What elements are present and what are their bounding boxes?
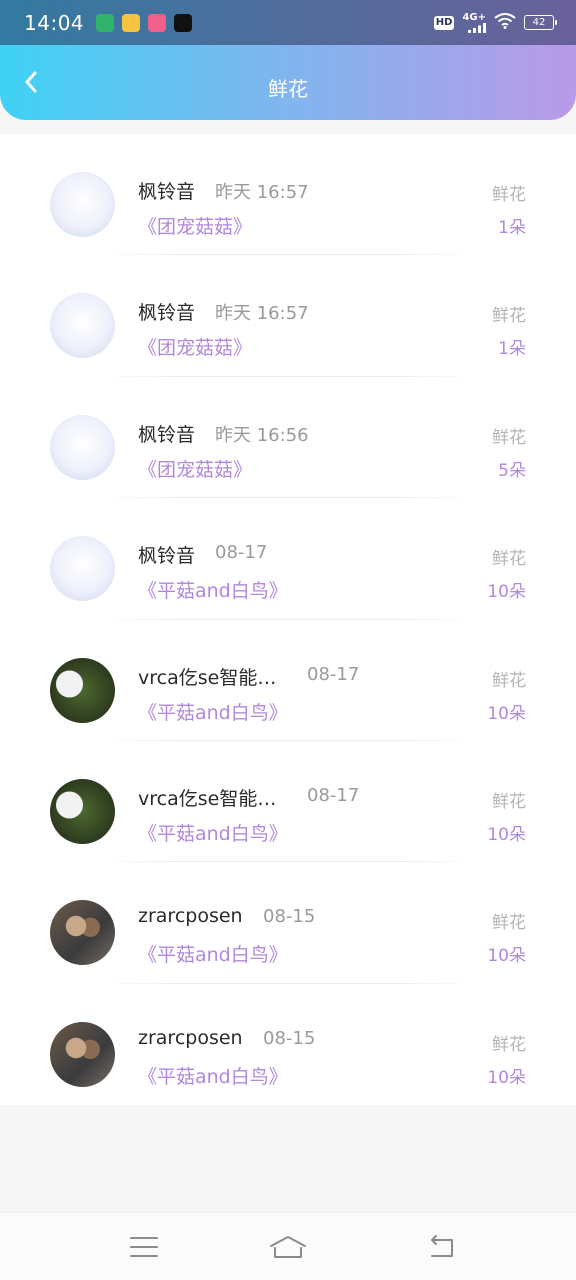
list-item[interactable]: zrarcposen 08-15 《平菇and白鸟》 鲜花 10朵: [0, 862, 576, 984]
menu-icon: [130, 1237, 158, 1257]
gift-count: 10朵: [487, 582, 526, 603]
gift-count: 5朵: [498, 460, 526, 481]
gift-work-title[interactable]: 《团宠菇菇》: [138, 455, 252, 482]
record-time: 08-15: [263, 1027, 316, 1049]
gift-count: 1朵: [498, 218, 526, 238]
gift-type: 鲜花: [492, 1034, 526, 1055]
return-icon: [431, 1235, 453, 1257]
back-nav-button[interactable]: [420, 1231, 460, 1263]
avatar[interactable]: [50, 657, 115, 723]
wifi-icon: [494, 12, 516, 33]
gift-count: 10朵: [487, 1067, 526, 1088]
user-name: 枫铃音: [138, 423, 196, 446]
gift-work-title[interactable]: 《平菇and白鸟》: [138, 1062, 288, 1089]
nav-bar: 鲜花: [0, 45, 576, 120]
list-item[interactable]: 枫铃音 昨天 16:57 《团宠菇菇》 鲜花 1朵: [0, 134, 576, 256]
gift-work-title[interactable]: 《团宠菇菇》: [138, 333, 252, 360]
list-item[interactable]: zrarcposen 08-15 《平菇and白鸟》 鲜花 10朵: [0, 984, 576, 1105]
status-indicators: HD 4G+ 42: [433, 11, 557, 33]
user-name: zrarcposen: [138, 1026, 243, 1049]
gift-type: 鲜花: [492, 549, 526, 570]
record-time: 08-17: [215, 542, 268, 564]
list-item[interactable]: 枫铃音 昨天 16:57 《团宠菇菇》 鲜花 1朵: [0, 255, 576, 377]
gift-type: 鲜花: [492, 791, 526, 812]
record-time: 昨天 16:56: [215, 424, 309, 446]
gift-work-title[interactable]: 《平菇and白鸟》: [138, 698, 288, 725]
app-1-icon: [96, 13, 115, 32]
gift-count: 10朵: [487, 946, 526, 967]
list-item[interactable]: 枫铃音 08-17 《平菇and白鸟》 鲜花 10朵: [0, 498, 576, 620]
signal-icon: 4G+: [462, 11, 486, 33]
gift-work-title[interactable]: 《平菇and白鸟》: [138, 819, 288, 846]
list-item[interactable]: 枫铃音 昨天 16:56 《团宠菇菇》 鲜花 5朵: [0, 377, 576, 499]
gift-work-title[interactable]: 《平菇and白鸟》: [138, 576, 288, 603]
avatar[interactable]: [50, 778, 115, 844]
gift-type: 鲜花: [492, 306, 526, 327]
status-time: 14:04: [24, 10, 85, 35]
avatar[interactable]: [50, 536, 115, 602]
record-time: 08-15: [263, 906, 316, 928]
list-item[interactable]: vrca仡se智能… 08-17 《平菇and白鸟》 鲜花 10朵: [0, 620, 576, 741]
page-title: 鲜花: [268, 77, 308, 101]
app-2-icon: [122, 13, 141, 32]
gift-type: 鲜花: [492, 185, 526, 205]
gift-type: 鲜花: [492, 427, 526, 448]
status-app-icons: [96, 13, 193, 32]
gift-type: 鲜花: [492, 913, 526, 934]
avatar[interactable]: [50, 293, 115, 359]
tiktok-icon: [174, 13, 193, 32]
gift-work-title[interactable]: 《平菇and白鸟》: [138, 940, 288, 967]
status-bar: 14:04 HD 4G+ 42: [0, 0, 576, 45]
network-label: 4G+: [462, 11, 486, 23]
avatar[interactable]: [50, 1021, 115, 1087]
gift-count: 10朵: [487, 703, 526, 724]
user-name: 枫铃音: [138, 302, 196, 325]
user-name: vrca仡se智能…: [138, 666, 277, 689]
user-name: zrarcposen: [138, 905, 243, 928]
hd-badge: HD: [433, 15, 455, 30]
battery-icon: 42: [524, 15, 557, 30]
list-item[interactable]: vrca仡se智能… 08-17 《平菇and白鸟》 鲜花 10朵: [0, 741, 576, 863]
gift-count: 1朵: [498, 339, 526, 360]
flower-record-list: 枫铃音 昨天 16:57 《团宠菇菇》 鲜花 1朵 枫铃音 昨天 16:57 《…: [0, 134, 576, 1105]
menu-button[interactable]: [124, 1231, 164, 1263]
home-button[interactable]: [268, 1231, 308, 1263]
avatar[interactable]: [50, 414, 115, 480]
header: 14:04 HD 4G+ 42 鲜花: [0, 0, 576, 120]
home-icon: [270, 1236, 306, 1258]
record-time: 08-17: [307, 663, 360, 685]
record-time: 08-17: [307, 784, 360, 806]
record-time: 昨天 16:57: [215, 182, 309, 203]
user-name: 枫铃音: [138, 545, 196, 568]
record-time: 昨天 16:57: [215, 303, 309, 325]
avatar[interactable]: [50, 172, 115, 237]
app-3-icon: [148, 13, 167, 32]
gift-work-title[interactable]: 《团宠菇菇》: [138, 212, 252, 239]
gift-type: 鲜花: [492, 670, 526, 691]
system-nav-bar: [0, 1212, 576, 1280]
user-name: 枫铃音: [138, 181, 196, 203]
user-name: vrca仡se智能…: [138, 787, 277, 810]
avatar[interactable]: [50, 900, 115, 966]
gift-count: 10朵: [487, 824, 526, 845]
